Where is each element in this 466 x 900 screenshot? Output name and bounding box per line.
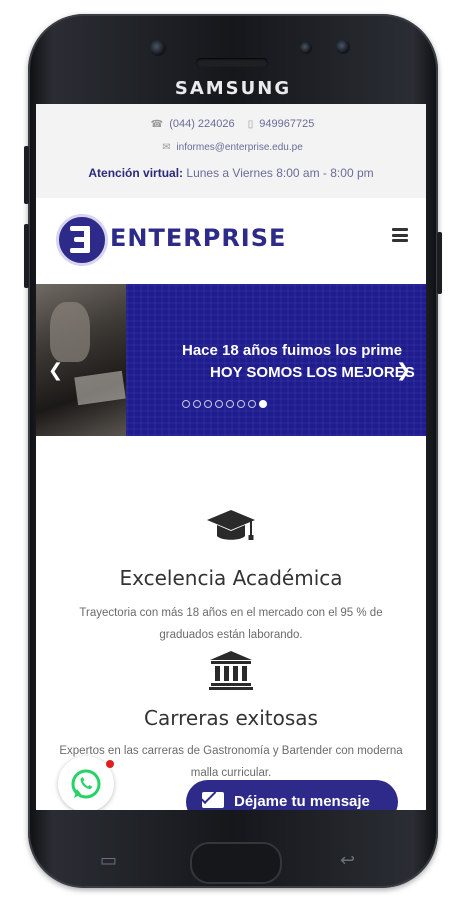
slider-dot[interactable] — [259, 400, 267, 408]
logo-text[interactable]: ENTERPRISE — [110, 224, 286, 252]
leave-message-label: Déjame tu mensaje — [234, 793, 370, 810]
attention-label: Atención virtual: — [88, 166, 184, 180]
phone-screen: ☎ (044) 224026 ▯ 949967725 ✉ informes@en… — [36, 104, 426, 810]
slider-dot[interactable] — [215, 400, 223, 408]
home-button[interactable] — [190, 842, 282, 884]
chevron-right-icon[interactable]: ❯ — [396, 360, 411, 381]
whatsapp-button[interactable] — [58, 756, 114, 810]
power-button — [437, 232, 442, 294]
email-link[interactable]: informes@enterprise.edu.pe — [176, 142, 302, 153]
volume-button — [24, 146, 29, 204]
mobile-icon: ▯ — [247, 119, 254, 130]
site-header: ENTERPRISE — [36, 198, 426, 284]
logo-e-mark — [70, 226, 92, 254]
back-icon[interactable]: ↩ — [340, 850, 355, 871]
attention-hours: Lunes a Viernes 8:00 am - 8:00 pm — [186, 166, 374, 180]
attention-row: Atención virtual: Lunes a Viernes 8:00 a… — [36, 166, 426, 180]
email-icon: ✉ — [162, 142, 171, 153]
envelope-icon — [202, 792, 224, 808]
hamburger-menu-icon[interactable] — [392, 228, 408, 242]
device-brand: SAMSUNG — [174, 78, 292, 99]
slider-dot[interactable] — [248, 400, 256, 408]
slider-dot[interactable] — [193, 400, 201, 408]
leave-message-button[interactable]: Déjame tu mensaje — [186, 780, 398, 810]
phone-icon: ☎ — [150, 119, 164, 130]
slide-caption: Hace 18 años fuimos los prime HOY SOMOS … — [182, 340, 426, 384]
bixby-button — [24, 224, 29, 288]
slider-dot[interactable] — [182, 400, 190, 408]
feature-title: Excelencia Académica — [119, 566, 343, 590]
earpiece-speaker — [196, 58, 268, 67]
slider-dot[interactable] — [237, 400, 245, 408]
graduation-cap-icon — [205, 506, 257, 546]
feature-title: Carreras exitosas — [144, 706, 318, 730]
proximity-sensor-icon — [336, 40, 350, 54]
notification-dot — [106, 760, 114, 768]
slider-dot[interactable] — [226, 400, 234, 408]
slide-caption-line1: Hace 18 años fuimos los prime — [182, 342, 403, 359]
phone-number-2[interactable]: 949967725 — [259, 118, 314, 130]
sensor-icon — [300, 42, 312, 54]
email-row: ✉ informes@enterprise.edu.pe — [36, 142, 426, 156]
phone-row: ☎ (044) 224026 ▯ 949967725 — [36, 104, 426, 132]
slider-dot[interactable] — [204, 400, 212, 408]
institution-icon — [208, 650, 254, 690]
feature-description: Trayectoria con más 18 años en el mercad… — [79, 607, 383, 641]
hero-slider: ❮ Hace 18 años fuimos los prime HOY SOMO… — [36, 284, 426, 436]
slide-caption-line2: HOY SOMOS LOS MEJORES — [210, 364, 415, 381]
front-camera-icon — [150, 40, 166, 56]
recent-apps-icon[interactable]: ▭ — [100, 850, 117, 871]
contact-topbar: ☎ (044) 224026 ▯ 949967725 ✉ informes@en… — [36, 104, 426, 198]
chevron-left-icon[interactable]: ❮ — [48, 360, 63, 381]
phone-number-1[interactable]: (044) 224026 — [169, 118, 234, 130]
slider-dots — [182, 400, 270, 410]
features-section: Excelencia Académica Trayectoria con más… — [36, 506, 426, 784]
